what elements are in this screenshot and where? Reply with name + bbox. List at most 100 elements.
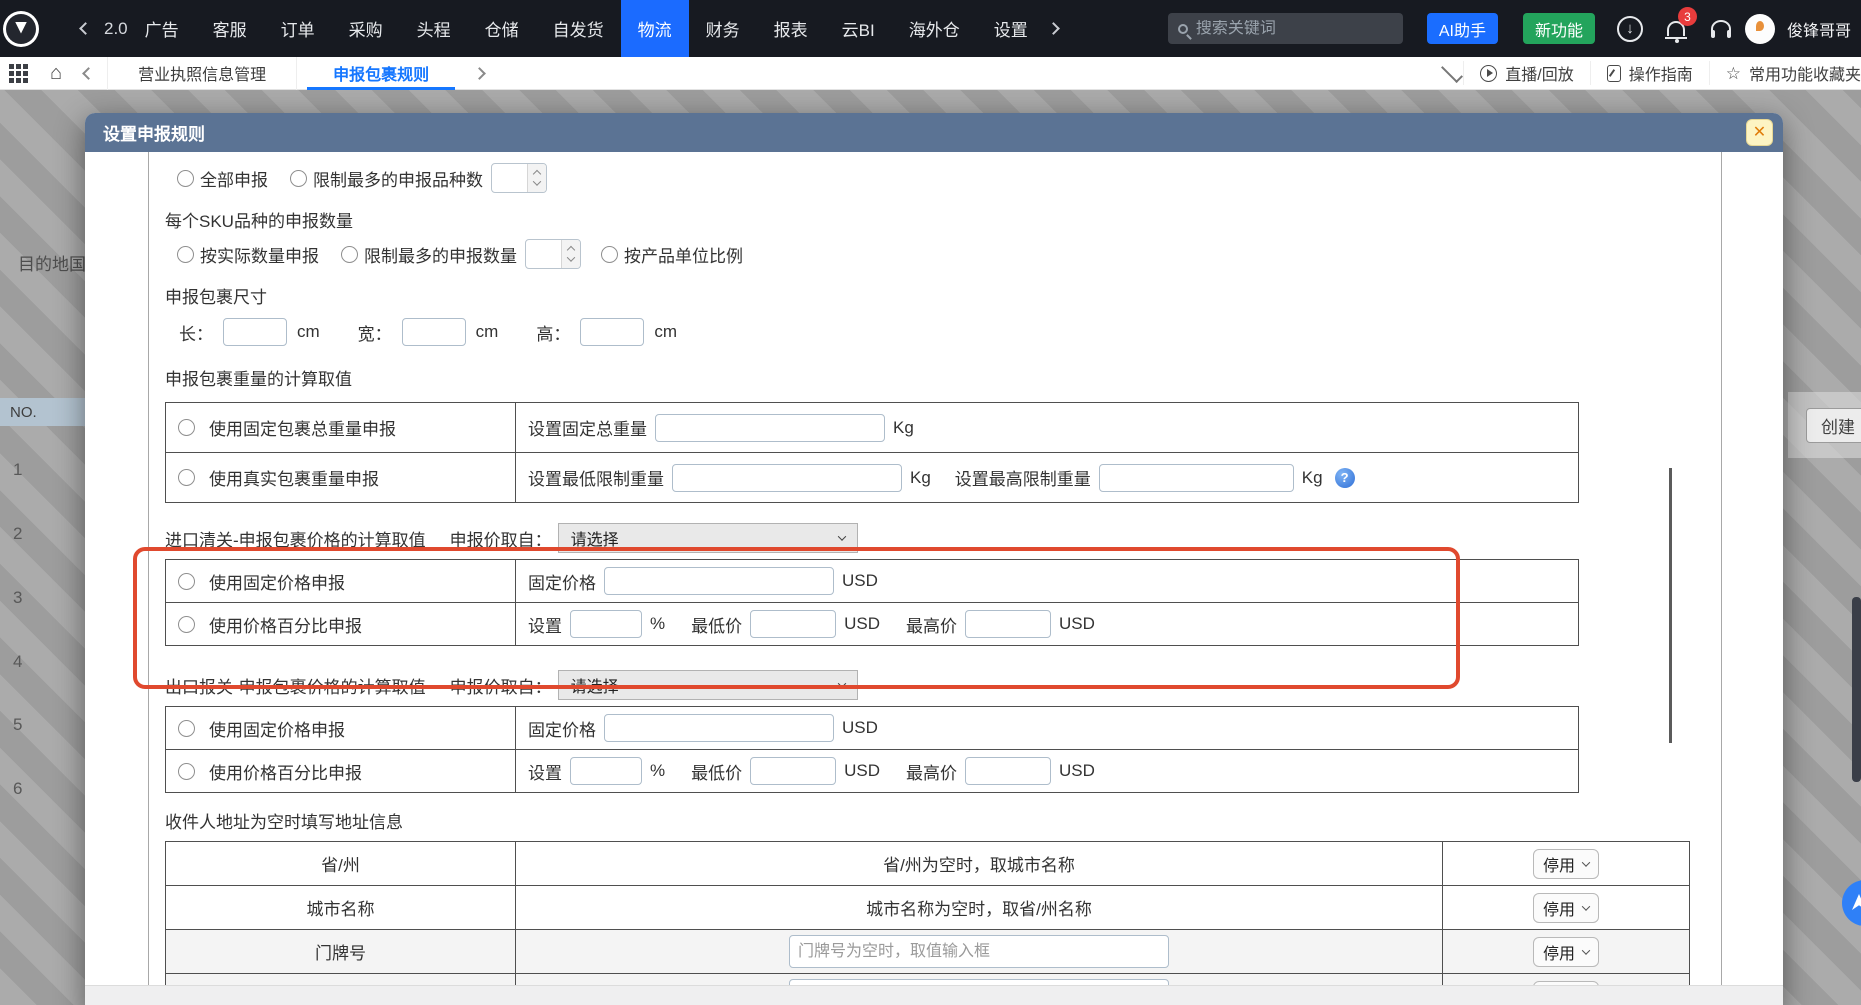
radio-icon[interactable]: [178, 763, 195, 780]
radio-actual-qty[interactable]: 按实际数量申报: [177, 242, 319, 267]
weight-table: 使用固定包裹总重量申报 设置固定总重量 Kg 使用真实包裹重量申报 设置最低限制…: [165, 402, 1579, 503]
radio-icon[interactable]: [601, 246, 618, 263]
max-weight-input[interactable]: [1099, 464, 1294, 492]
import-min-price-input[interactable]: [750, 610, 836, 638]
table-row: 省/州 省/州为空时，取城市名称 停用: [166, 842, 1690, 886]
radio-real-weight[interactable]: 使用真实包裹重量申报: [178, 465, 515, 490]
support-headset-icon[interactable]: [1711, 20, 1731, 38]
radio-fixed-total-weight[interactable]: 使用固定包裹总重量申报: [178, 415, 515, 440]
phone-status-select[interactable]: 停用: [1533, 981, 1599, 986]
tab-declare-package-rules[interactable]: 申报包裹规则: [303, 57, 459, 90]
close-icon[interactable]: ✕: [1746, 119, 1773, 146]
app-logo-icon[interactable]: [3, 11, 39, 47]
phone-input[interactable]: [789, 979, 1169, 985]
nav-item-purchase[interactable]: 采购: [332, 0, 400, 57]
floating-action-button[interactable]: [1842, 880, 1861, 926]
radio-declare-all[interactable]: 全部申报: [177, 166, 268, 191]
new-features-button[interactable]: 新功能: [1523, 13, 1595, 44]
play-circle-icon: [1480, 65, 1497, 82]
house-number-input[interactable]: [789, 935, 1169, 968]
radio-icon[interactable]: [178, 616, 195, 633]
radio-limit-variety[interactable]: 限制最多的申报品种数: [290, 166, 483, 191]
table-row: 联系电话 停用: [166, 974, 1690, 986]
create-button[interactable]: 创建: [1806, 408, 1861, 443]
operation-guide-button[interactable]: 操作指南: [1590, 61, 1709, 85]
nav-item-logistics-active[interactable]: 物流: [621, 0, 689, 57]
radio-icon[interactable]: [177, 170, 194, 187]
modal-title: 设置申报规则: [103, 120, 205, 145]
export-set-label: 设置: [528, 759, 562, 784]
collapse-chevron-icon[interactable]: [1441, 61, 1463, 83]
radio-icon[interactable]: [341, 246, 358, 263]
qty-limit-stepper[interactable]: [525, 239, 581, 269]
height-input[interactable]: [580, 318, 644, 346]
radio-icon[interactable]: [177, 246, 194, 263]
radio-limit-qty[interactable]: 限制最多的申报数量: [341, 242, 517, 267]
export-price-source-select[interactable]: 请选择: [558, 670, 858, 700]
export-max-price-input[interactable]: [965, 757, 1051, 785]
radio-import-percent-price[interactable]: 使用价格百分比申报: [178, 612, 515, 637]
width-input[interactable]: [402, 318, 466, 346]
user-avatar[interactable]: [1745, 14, 1775, 44]
radio-icon[interactable]: [290, 170, 307, 187]
nav-item-settings[interactable]: 设置: [977, 0, 1045, 57]
stepper-arrows-icon[interactable]: [561, 240, 580, 268]
modal-footer: [85, 985, 1783, 1005]
nav-item-ads[interactable]: 广告: [128, 0, 196, 57]
nav-item-cloudbi[interactable]: 云BI: [825, 0, 892, 57]
export-fixed-price-input[interactable]: [604, 714, 834, 742]
min-weight-input[interactable]: [672, 464, 902, 492]
tabs-scroll-left-icon[interactable]: [82, 67, 95, 80]
export-min-price-input[interactable]: [750, 757, 836, 785]
home-icon[interactable]: ⌂: [50, 63, 62, 83]
help-icon[interactable]: ?: [1335, 468, 1355, 488]
nav-item-firstleg[interactable]: 头程: [400, 0, 468, 57]
nav-item-overseas[interactable]: 海外仓: [892, 0, 977, 57]
radio-icon[interactable]: [178, 419, 195, 436]
province-status-select[interactable]: 停用: [1533, 849, 1599, 879]
nav-more-chevron-icon[interactable]: [1047, 22, 1060, 35]
radio-icon[interactable]: [178, 720, 195, 737]
stepper-arrows-icon[interactable]: [527, 164, 546, 192]
house-number-status-select[interactable]: 停用: [1533, 937, 1599, 967]
nav-back-chevron-icon[interactable]: [79, 22, 92, 35]
username-label[interactable]: 俊锋哥哥: [1787, 17, 1851, 41]
city-status-select[interactable]: 停用: [1533, 893, 1599, 923]
radio-export-fixed-price[interactable]: 使用固定价格申报: [178, 716, 515, 741]
import-price-source-select[interactable]: 请选择: [558, 523, 858, 553]
favorites-button[interactable]: ☆ 常用功能收藏夹: [1709, 61, 1861, 85]
variety-count-stepper[interactable]: [491, 163, 547, 193]
live-replay-button[interactable]: 直播/回放: [1463, 61, 1589, 85]
nav-item-orders[interactable]: 订单: [264, 0, 332, 57]
global-search-box[interactable]: [1168, 13, 1403, 44]
radio-import-fixed-price[interactable]: 使用固定价格申报: [178, 569, 515, 594]
export-percent-input[interactable]: [570, 757, 642, 785]
notifications-bell[interactable]: 3: [1667, 21, 1685, 36]
download-icon[interactable]: ↓: [1617, 16, 1643, 42]
row-number: 6: [13, 779, 22, 799]
apps-grid-icon[interactable]: [9, 64, 28, 83]
nav-item-warehouse[interactable]: 仓储: [468, 0, 536, 57]
import-percent-input[interactable]: [570, 610, 642, 638]
length-input[interactable]: [223, 318, 287, 346]
radio-export-percent-price[interactable]: 使用价格百分比申报: [178, 759, 515, 784]
tabs-scroll-right-icon[interactable]: [473, 67, 486, 80]
nav-version-label[interactable]: 2.0: [104, 19, 128, 39]
nav-item-finance[interactable]: 财务: [689, 0, 757, 57]
nav-item-selfship[interactable]: 自发货: [536, 0, 621, 57]
import-fixed-price-input[interactable]: [604, 567, 834, 595]
import-max-price-input[interactable]: [965, 610, 1051, 638]
ai-assistant-button[interactable]: AI助手: [1427, 13, 1498, 44]
nav-item-reports[interactable]: 报表: [757, 0, 825, 57]
radio-icon[interactable]: [178, 573, 195, 590]
nav-item-service[interactable]: 客服: [196, 0, 264, 57]
tab-business-license[interactable]: 营业执照信息管理: [107, 57, 297, 90]
radio-icon[interactable]: [178, 469, 195, 486]
address-table: 省/州 省/州为空时，取城市名称 停用 城市名称 城市名称为空时，取省/州名称 …: [165, 841, 1690, 985]
search-input[interactable]: [1196, 20, 1366, 38]
radio-unit-ratio[interactable]: 按产品单位比例: [601, 242, 743, 267]
page-scrollbar-thumb[interactable]: [1852, 597, 1861, 782]
width-label: 宽：: [358, 320, 392, 345]
fixed-weight-input[interactable]: [655, 414, 885, 442]
modal-scrollbar-thumb[interactable]: [1669, 468, 1672, 743]
